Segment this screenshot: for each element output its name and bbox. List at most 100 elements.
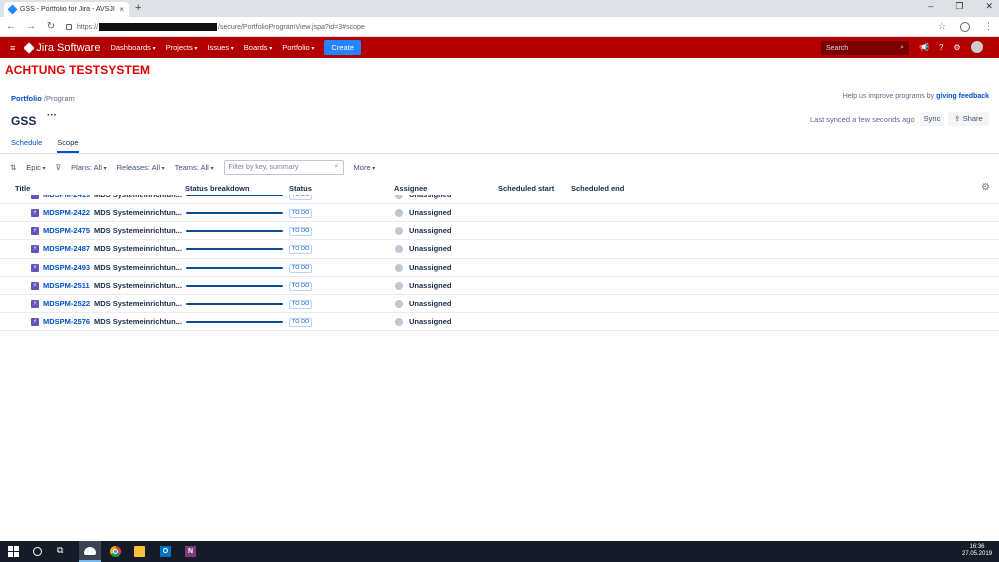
issue-key[interactable]: MDSPM-2522 — [43, 299, 90, 308]
column-scheduled-start: Scheduled start — [498, 184, 555, 193]
search-icon: ⌕ — [900, 44, 904, 51]
taskbar-search-icon[interactable] — [33, 547, 42, 556]
task-view-icon[interactable]: ⧉ — [57, 545, 68, 556]
assignee-avatar — [395, 281, 403, 290]
issue-summary[interactable]: MDS Systemeinrichtun... — [94, 281, 182, 290]
megaphone-icon[interactable]: 📢 — [919, 43, 929, 52]
filter-search-icon: ⌕ — [334, 163, 339, 170]
issue-summary[interactable]: MDS Systemeinrichtun... — [94, 208, 182, 217]
windows-taskbar: ⧉ O N — [0, 541, 999, 562]
nav-search-input[interactable]: Search ⌕ — [821, 41, 909, 55]
assignee-name[interactable]: Unassigned — [409, 226, 452, 235]
nav-search-placeholder: Search — [826, 44, 849, 52]
browser-profile-icon[interactable] — [960, 21, 970, 32]
back-button[interactable]: ← — [6, 21, 16, 32]
file-explorer-icon[interactable] — [134, 546, 145, 557]
issue-summary[interactable]: MDS Systemeinrichtun... — [94, 244, 182, 253]
settings-icon[interactable]: ⚙ — [953, 43, 960, 52]
table-row[interactable]: ⚡ MDSPM-2511 MDS Systemeinrichtun... TO DO U… — [0, 277, 999, 295]
table-row[interactable]: ⚡ MDSPM-2475 MDS Systemeinrichtun... TO DO U… — [0, 222, 999, 241]
hierarchy-level-select[interactable]: Epic — [26, 163, 45, 172]
pinned-app-icon[interactable] — [79, 541, 101, 562]
user-avatar[interactable] — [970, 41, 983, 53]
hierarchy-icon[interactable]: ⇅ — [10, 163, 16, 172]
nav-boards[interactable]: Boards — [244, 43, 272, 52]
app-switcher-icon[interactable]: ≡ — [10, 43, 15, 53]
table-row[interactable]: ⚡ MDSPM-2493 MDS Systemeinrichtun... TO DO U… — [0, 259, 999, 277]
status-breakdown-bar — [186, 230, 283, 233]
help-icon[interactable]: ? — [939, 43, 943, 52]
assignee-name[interactable]: Unassigned — [409, 281, 452, 290]
jira-favicon-icon — [7, 4, 18, 15]
issue-table: ⚡ MDSPM-2419 MDS Systemeinrichtun... TO DO U… — [0, 195, 999, 332]
nav-portfolio[interactable]: Portfolio — [282, 43, 314, 52]
tab-scope[interactable]: Scope — [57, 138, 79, 153]
issue-key[interactable]: MDSPM-2419 — [43, 195, 90, 199]
url-field[interactable]: https:// /secure/PortfolioProgramView.jsp… — [66, 20, 928, 34]
issue-key[interactable]: MDSPM-2422 — [43, 208, 90, 217]
issue-key[interactable]: MDSPM-2511 — [43, 281, 90, 290]
issue-key[interactable]: MDSPM-2493 — [43, 263, 90, 272]
assignee-name[interactable]: Unassigned — [409, 317, 452, 326]
column-status: Status — [289, 184, 312, 193]
create-button[interactable]: Create — [324, 40, 361, 55]
table-row[interactable]: ⚡ MDSPM-2487 MDS Systemeinrichtun... TO DO U… — [0, 240, 999, 259]
issue-summary[interactable]: MDS Systemeinrichtun... — [94, 317, 182, 326]
table-row[interactable]: ⚡ MDSPM-2522 MDS Systemeinrichtun... TO DO U… — [0, 295, 999, 314]
address-bar: ← → ↻ https:// /secure/PortfolioProgramVi… — [0, 17, 999, 37]
issue-key[interactable]: MDSPM-2475 — [43, 226, 90, 235]
assignee-name[interactable]: Unassigned — [409, 299, 452, 308]
sync-button[interactable]: Sync — [920, 112, 944, 126]
table-row[interactable]: ⚡ MDSPM-2576 MDS Systemeinrichtun... TO DO U… — [0, 313, 999, 332]
lock-icon — [66, 23, 72, 30]
status-lozenge: TO DO — [289, 318, 313, 328]
browser-menu-icon[interactable]: ⋮ — [984, 21, 993, 32]
issue-summary[interactable]: MDS Systemeinrichtun... — [94, 263, 182, 272]
issue-summary[interactable]: MDS Systemeinrichtun... — [94, 195, 182, 199]
assignee-name[interactable]: Unassigned — [409, 244, 452, 253]
column-title: Title — [15, 184, 31, 193]
share-label: Share — [962, 114, 983, 123]
status-breakdown-bar — [186, 266, 283, 269]
breadcrumb-portfolio[interactable]: Portfolio — [11, 94, 42, 103]
issue-key[interactable]: MDSPM-2576 — [43, 317, 90, 326]
issue-summary[interactable]: MDS Systemeinrichtun... — [94, 299, 182, 308]
column-settings-icon[interactable]: ⚙ — [981, 182, 990, 193]
new-tab-button[interactable]: + — [135, 2, 141, 14]
feedback-link[interactable]: giving feedback — [936, 93, 989, 100]
taskbar-clock[interactable]: 16:36 27.05.2019 — [962, 544, 992, 558]
issue-summary[interactable]: MDS Systemeinrichtun... — [94, 226, 182, 235]
teams-filter[interactable]: Teams: All — [175, 163, 214, 172]
forward-button[interactable]: → — [26, 21, 36, 32]
onenote-icon[interactable]: N — [185, 546, 196, 557]
table-row[interactable]: ⚡ MDSPM-2419 MDS Systemeinrichtun... TO DO U… — [0, 195, 999, 204]
nav-projects[interactable]: Projects — [166, 43, 198, 52]
restore-button[interactable]: ❐ — [955, 1, 963, 12]
table-row[interactable]: ⚡ MDSPM-2422 MDS Systemeinrichtun... TO DO U… — [0, 204, 999, 223]
assignee-name[interactable]: Unassigned — [409, 263, 452, 272]
share-button[interactable]: ⇪ Share — [948, 112, 989, 126]
plans-filter[interactable]: Plans: All — [71, 163, 107, 172]
assignee-name[interactable]: Unassigned — [409, 195, 452, 199]
outlook-icon[interactable]: O — [160, 546, 171, 557]
tab-close-icon[interactable]: × — [119, 5, 124, 14]
close-window-button[interactable]: ✕ — [985, 1, 993, 12]
reload-button[interactable]: ↻ — [46, 21, 56, 32]
assignee-name[interactable]: Unassigned — [409, 208, 452, 217]
browser-tab[interactable]: GSS - Portfolio for Jira - AVSJIRA × — [4, 2, 129, 17]
nav-issues[interactable]: Issues — [207, 43, 233, 52]
more-filters-button[interactable]: More — [354, 163, 376, 172]
filter-search-input[interactable]: Filter by key, summary ⌕ — [223, 159, 344, 175]
jira-logo[interactable]: Jira Software — [23, 42, 100, 54]
windows-start-icon[interactable] — [8, 546, 19, 557]
minimize-button[interactable]: – — [928, 1, 933, 12]
bookmark-star-icon[interactable]: ☆ — [938, 21, 946, 32]
browser-tabstrip: GSS - Portfolio for Jira - AVSJIRA × + –… — [0, 0, 999, 17]
releases-filter[interactable]: Releases: All — [117, 163, 165, 172]
nav-dashboards[interactable]: Dashboards — [110, 43, 155, 52]
tab-schedule[interactable]: Schedule — [11, 138, 42, 153]
status-lozenge: TO DO — [289, 263, 313, 273]
issue-key[interactable]: MDSPM-2487 — [43, 244, 90, 253]
chrome-icon[interactable] — [110, 546, 121, 557]
more-actions-button[interactable]: ··· — [47, 110, 57, 121]
